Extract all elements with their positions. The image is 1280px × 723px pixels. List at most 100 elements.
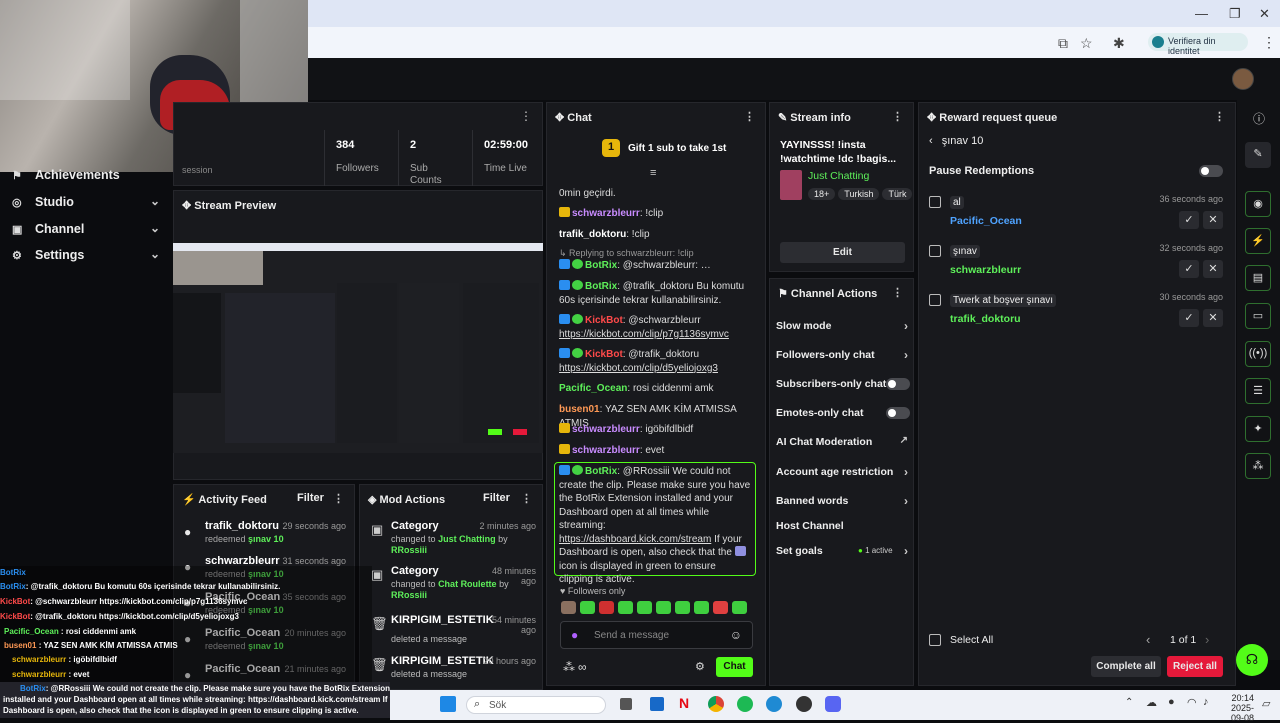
action-subscribers-only[interactable]: Subscribers-only chat <box>776 378 910 398</box>
obs-icon[interactable] <box>796 696 812 712</box>
stream-category[interactable]: Just Chatting <box>808 170 869 182</box>
stack-icon[interactable]: ☰ <box>1245 378 1271 404</box>
gift-sub-cta[interactable]: Gift 1 sub to take 1st <box>628 143 726 154</box>
approve-check-icon[interactable]: ✓ <box>1179 260 1199 278</box>
document-icon[interactable]: ▤ <box>1245 265 1271 291</box>
kick-tools-icon[interactable]: ⁂ <box>563 660 575 674</box>
reject-x-icon[interactable]: ✕ <box>1203 211 1223 229</box>
request-user[interactable]: trafik_doktoru <box>950 313 1021 325</box>
reject-x-icon[interactable]: ✕ <box>1203 260 1223 278</box>
send-chat-button[interactable]: Chat <box>716 657 753 677</box>
bookmark-star-icon[interactable]: ☆ <box>1080 35 1093 52</box>
taskbar-search[interactable]: ⌕ Sök <box>466 696 606 714</box>
chat-settings-icon[interactable]: ⚙ <box>695 660 705 673</box>
chat-link[interactable]: https://kickbot.com/clip/d5yeliojoxg3 <box>559 363 718 374</box>
wrench-icon[interactable]: ✦ <box>1245 416 1271 442</box>
action-host-channel[interactable]: Host Channel <box>776 520 910 540</box>
mic-icon[interactable]: ● <box>1168 696 1175 708</box>
approve-check-icon[interactable]: ✓ <box>1179 309 1199 327</box>
stream-preview-video[interactable] <box>173 243 543 453</box>
volume-icon[interactable]: ♪ <box>1203 696 1209 708</box>
subscribers-only-toggle[interactable] <box>886 378 910 390</box>
emotes-only-toggle[interactable] <box>886 407 910 419</box>
nav-settings[interactable]: ⚙ Settings ⌄ <box>12 246 162 268</box>
select-all-checkbox[interactable] <box>929 634 941 646</box>
chat-username[interactable]: schwarzbleurr <box>572 208 640 219</box>
next-page-icon[interactable]: › <box>1205 632 1209 647</box>
info-icon[interactable]: ⓘ <box>1253 110 1265 127</box>
kebab-icon[interactable]: ⋮ <box>520 109 532 123</box>
chat-link[interactable]: https://kickbot.com/clip/p7g1136symvc <box>559 329 729 340</box>
mic-icon[interactable]: ● <box>571 628 578 642</box>
action-slow-mode[interactable]: Slow mode › <box>776 319 910 340</box>
action-followers-only[interactable]: Followers-only chat › <box>776 348 910 369</box>
edit-stream-info-button[interactable]: Edit <box>780 242 905 263</box>
action-ai-moderation[interactable]: AI Chat Moderation ↗ <box>776 435 910 456</box>
request-checkbox[interactable] <box>929 294 941 306</box>
nav-achievements[interactable]: ⚑ Achievements <box>12 166 162 188</box>
cloud-icon[interactable]: ☁ <box>1146 696 1157 709</box>
kebab-icon[interactable]: ⋮ <box>333 492 344 505</box>
prev-page-icon[interactable]: ‹ <box>1146 632 1150 647</box>
netflix-icon[interactable]: N <box>679 695 689 711</box>
edit-layout-icon[interactable]: ✎ <box>1245 142 1271 168</box>
kebab-icon[interactable]: ⋮ <box>892 286 903 299</box>
apps-icon[interactable]: ⁂ <box>1245 453 1271 479</box>
complete-all-button[interactable]: Complete all <box>1091 656 1161 677</box>
request-user[interactable]: Pacific_Ocean <box>950 215 1022 227</box>
chat-username[interactable]: Pacific_Ocean <box>559 383 627 394</box>
nav-channel[interactable]: ▣ Channel ⌄ <box>12 220 162 242</box>
task-view-icon[interactable] <box>620 698 632 710</box>
action-set-goals[interactable]: Set goals ● 1 active › <box>776 544 910 565</box>
activity-filter-button[interactable]: Filter <box>297 492 324 504</box>
kebab-icon[interactable]: ⋮ <box>1214 110 1225 123</box>
request-checkbox[interactable] <box>929 245 941 257</box>
preview-icon[interactable]: ◉ <box>1245 191 1271 217</box>
maximize-button[interactable]: ❐ <box>1229 6 1241 22</box>
chat-username[interactable]: schwarzbleurr <box>572 424 640 435</box>
chat-link[interactable]: https://dashboard.kick.com/stream <box>559 534 711 545</box>
mod-action-by[interactable]: RRossiii <box>391 590 427 600</box>
reward-back-button[interactable]: ‹ şınav 10 <box>929 135 983 147</box>
kebab-icon[interactable]: ⋮ <box>892 110 903 123</box>
wifi-icon[interactable]: ◠ <box>1187 696 1197 709</box>
activity-user[interactable]: trafik_doktoru <box>205 520 279 532</box>
translate-icon[interactable]: ⧉ <box>1058 35 1068 52</box>
request-checkbox[interactable] <box>929 196 941 208</box>
action-emotes-only[interactable]: Emotes-only chat <box>776 407 910 427</box>
broadcast-icon[interactable]: ((•)) <box>1245 341 1271 367</box>
reject-all-button[interactable]: Reject all <box>1167 656 1223 677</box>
emote-row[interactable] <box>561 601 756 615</box>
chat-username[interactable]: BotRix <box>585 281 617 292</box>
emoji-icon[interactable]: ☺ <box>730 628 742 642</box>
chat-username[interactable]: KickBot <box>585 349 623 360</box>
clock[interactable]: 20:14 2025-09-08 <box>1220 693 1254 723</box>
chrome-icon[interactable] <box>708 696 724 712</box>
support-chat-button[interactable]: ☊ <box>1236 644 1268 676</box>
tray-chevron-icon[interactable]: ⌃ <box>1125 697 1133 708</box>
action-banned-words[interactable]: Banned words › <box>776 494 910 515</box>
request-user[interactable]: schwarzbleurr <box>950 264 1021 276</box>
chat-username[interactable]: schwarzbleurr <box>572 445 640 456</box>
pause-redemptions-toggle[interactable] <box>1199 165 1223 177</box>
chat-username[interactable]: BotRix <box>585 466 617 477</box>
chat-input[interactable]: ● Send a message ☺ <box>560 621 753 649</box>
chat-bubble-icon[interactable]: ▭ <box>1245 303 1271 329</box>
app-icon[interactable] <box>650 697 664 711</box>
kebab-icon[interactable]: ⋮ <box>744 110 755 123</box>
nav-studio[interactable]: ◎ Studio ⌄ <box>12 193 162 215</box>
chat-username[interactable]: KickBot <box>585 315 623 326</box>
approve-check-icon[interactable]: ✓ <box>1179 211 1199 229</box>
chat-username[interactable]: busen01 <box>559 404 600 415</box>
kebab-icon[interactable]: ⋮ <box>521 492 532 505</box>
lightning-icon[interactable]: ⚡ <box>1245 228 1271 254</box>
minimize-button[interactable]: — <box>1195 6 1208 21</box>
chat-username[interactable]: BotRix <box>585 260 617 271</box>
action-account-age[interactable]: Account age restriction › <box>776 465 910 486</box>
start-button-icon[interactable] <box>440 696 456 712</box>
discord-icon[interactable] <box>825 696 841 712</box>
edge-icon[interactable] <box>766 696 782 712</box>
notifications-icon[interactable]: ▱ <box>1262 697 1270 710</box>
infinity-icon[interactable]: ∞ <box>578 660 587 674</box>
filter-lines-icon[interactable]: ≡ <box>650 167 656 179</box>
